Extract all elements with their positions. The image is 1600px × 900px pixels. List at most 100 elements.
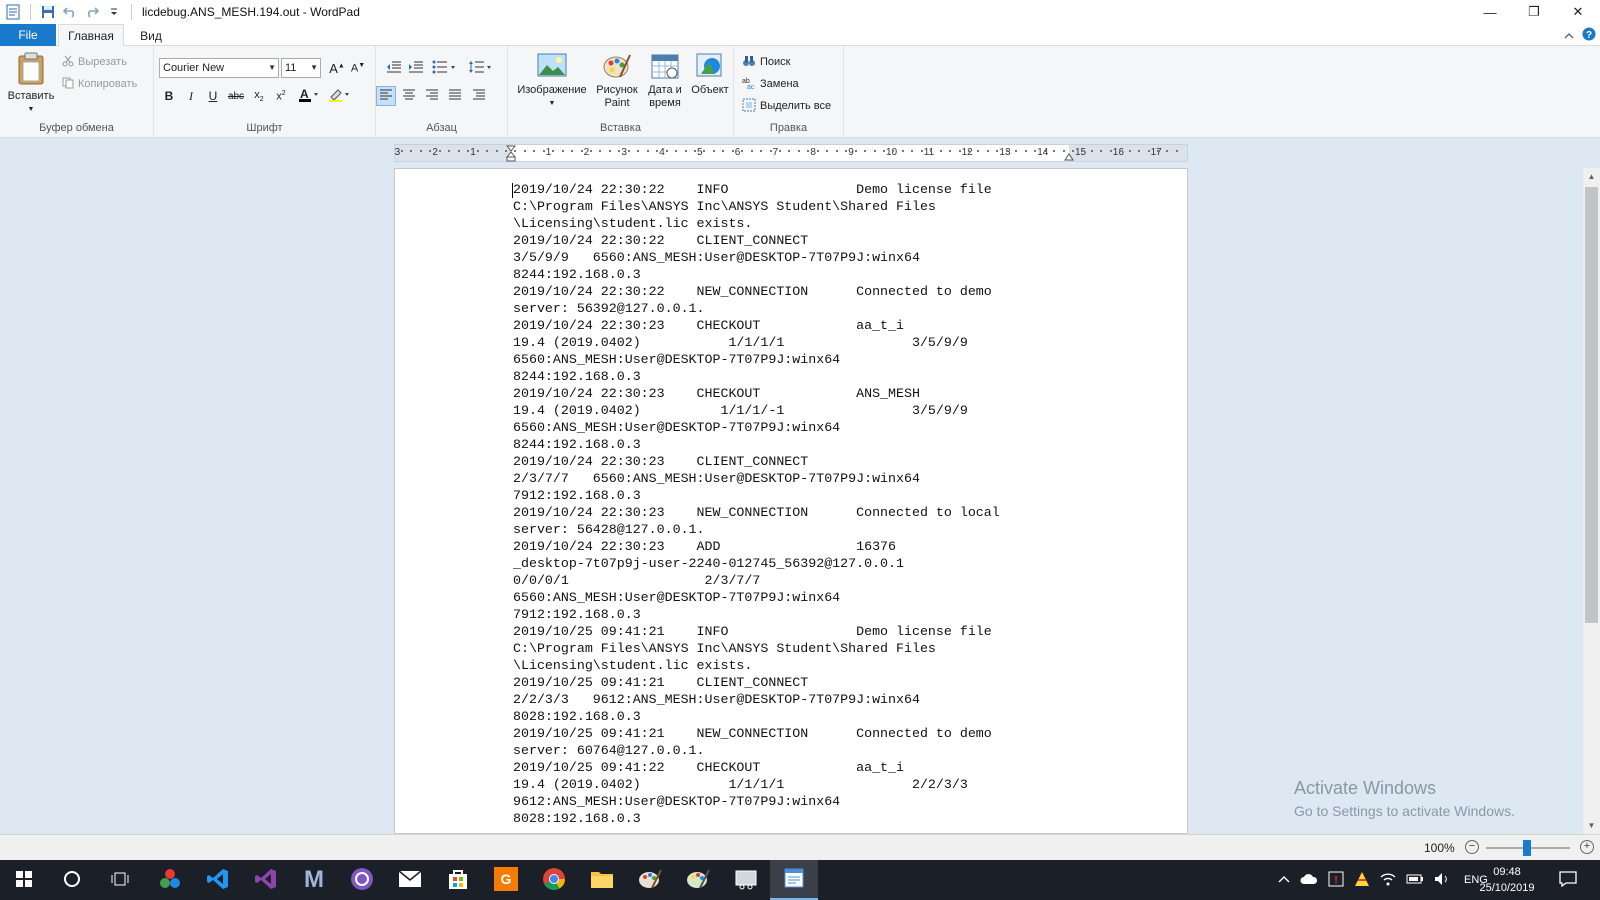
document-line[interactable]: 0/0/0/1 2/3/7/7 <box>513 572 1000 589</box>
insert-object-button[interactable]: Объект <box>688 52 732 97</box>
document-line[interactable]: 2019/10/24 22:30:22 NEW_CONNECTION Conne… <box>513 283 1000 300</box>
minimize-ribbon-icon[interactable] <box>1564 29 1574 43</box>
document-line[interactable]: 6560:ANS_MESH:User@DESKTOP-7T07P9J:winx6… <box>513 351 1000 368</box>
taskbar-app-m[interactable]: M <box>290 860 338 900</box>
paste-button[interactable]: Вставить ▼ <box>6 52 56 116</box>
document-line[interactable]: 2019/10/24 22:30:22 CLIENT_CONNECT <box>513 232 1000 249</box>
paint-drawing-button[interactable]: Рисунок Paint <box>594 52 640 110</box>
document-line[interactable]: 2019/10/24 22:30:23 CHECKOUT aa_t_i <box>513 317 1000 334</box>
document-line[interactable]: 19.4 (2019.0402) 1/1/1/1 3/5/9/9 <box>513 334 1000 351</box>
document-line[interactable]: 8244:192.168.0.3 <box>513 436 1000 453</box>
show-hidden-icons-icon[interactable] <box>1278 874 1290 886</box>
vertical-scrollbar[interactable]: ▲ ▼ <box>1583 168 1600 834</box>
document-line[interactable]: 2019/10/24 22:30:22 INFO Demo license fi… <box>513 181 1000 198</box>
paste-dropdown-icon[interactable]: ▼ <box>28 103 35 116</box>
decrease-indent-button[interactable] <box>384 58 404 78</box>
font-size-select[interactable]: 11 ▼ <box>281 58 321 78</box>
zoom-in-button[interactable]: + <box>1580 840 1594 854</box>
document-line[interactable]: 2019/10/25 09:41:21 NEW_CONNECTION Conne… <box>513 725 1000 742</box>
task-view-button[interactable] <box>96 860 144 900</box>
scroll-down-arrow-icon[interactable]: ▼ <box>1583 817 1600 834</box>
document-line[interactable]: _desktop-7t07p9j-user-2240-012745_56392@… <box>513 555 1000 572</box>
highlight-button[interactable] <box>326 86 354 106</box>
document-page[interactable]: 2019/10/24 22:30:22 INFO Demo license fi… <box>394 168 1188 834</box>
document-line[interactable]: 8028:192.168.0.3 <box>513 708 1000 725</box>
zoom-out-button[interactable]: − <box>1465 840 1479 854</box>
document-line[interactable]: 2019/10/24 22:30:23 CLIENT_CONNECT <box>513 453 1000 470</box>
minimize-button[interactable]: — <box>1468 0 1512 24</box>
right-indent-marker[interactable] <box>1064 151 1074 164</box>
tab-home[interactable]: Главная <box>58 24 124 47</box>
insert-picture-button[interactable]: Изображение ▼ <box>514 52 590 110</box>
document-line[interactable]: 3/5/9/9 6560:ANS_MESH:User@DESKTOP-7T07P… <box>513 249 1000 266</box>
document-line[interactable]: 2019/10/25 09:41:21 CLIENT_CONNECT <box>513 674 1000 691</box>
document-line[interactable]: 2019/10/25 09:41:21 INFO Demo license fi… <box>513 623 1000 640</box>
document-body[interactable]: 2019/10/24 22:30:22 INFO Demo license fi… <box>513 181 1000 827</box>
taskbar-app-paint[interactable] <box>626 860 674 900</box>
volume-icon[interactable] <box>1434 872 1450 889</box>
taskbar-app-purple[interactable] <box>338 860 386 900</box>
strikethrough-button[interactable]: abc <box>226 86 246 106</box>
first-line-indent-marker[interactable] <box>505 145 517 165</box>
select-all-button[interactable]: Выделить все <box>742 96 831 116</box>
save-icon[interactable] <box>37 1 59 23</box>
align-center-button[interactable] <box>399 86 419 106</box>
taskbar-app-chrome[interactable] <box>530 860 578 900</box>
security-shield-icon[interactable]: ! <box>1328 871 1344 890</box>
document-line[interactable]: server: 56428@127.0.0.1. <box>513 521 1000 538</box>
italic-button[interactable]: I <box>181 86 201 106</box>
datetime-button[interactable]: Дата и время <box>642 52 688 110</box>
document-line[interactable]: 2/2/3/3 9612:ANS_MESH:User@DESKTOP-7T07P… <box>513 691 1000 708</box>
document-line[interactable]: 2019/10/24 22:30:23 CHECKOUT ANS_MESH <box>513 385 1000 402</box>
document-line[interactable]: \Licensing\student.lic exists. <box>513 215 1000 232</box>
taskbar-app-snipping[interactable] <box>722 860 770 900</box>
taskbar-app-mail[interactable] <box>386 860 434 900</box>
scroll-thumb[interactable] <box>1585 187 1598 623</box>
taskbar-app-davinci[interactable] <box>146 860 194 900</box>
document-line[interactable]: 2/3/7/7 6560:ANS_MESH:User@DESKTOP-7T07P… <box>513 470 1000 487</box>
document-line[interactable]: 7912:192.168.0.3 <box>513 487 1000 504</box>
tab-view[interactable]: Вид <box>128 24 174 47</box>
document-line[interactable]: server: 60764@127.0.0.1. <box>513 742 1000 759</box>
subscript-button[interactable]: x2 <box>249 86 269 106</box>
wifi-icon[interactable] <box>1380 872 1396 889</box>
battery-icon[interactable] <box>1406 873 1424 888</box>
document-line[interactable]: 8244:192.168.0.3 <box>513 266 1000 283</box>
document-line[interactable]: 2019/10/24 22:30:23 NEW_CONNECTION Conne… <box>513 504 1000 521</box>
document-line[interactable]: 7912:192.168.0.3 <box>513 606 1000 623</box>
document-line[interactable]: \Licensing\student.lic exists. <box>513 657 1000 674</box>
document-line[interactable]: 8028:192.168.0.3 <box>513 810 1000 827</box>
app-tray-icon[interactable] <box>1354 871 1370 890</box>
start-button[interactable] <box>0 860 48 900</box>
increase-indent-button[interactable] <box>406 58 426 78</box>
document-line[interactable]: 2019/10/25 09:41:22 CHECKOUT aa_t_i <box>513 759 1000 776</box>
line-spacing-button[interactable] <box>466 58 496 78</box>
justify-button[interactable] <box>445 86 465 106</box>
action-center-button[interactable] <box>1548 860 1588 900</box>
font-family-select[interactable]: Courier New ▼ <box>159 58 279 78</box>
document-line[interactable]: C:\Program Files\ANSYS Inc\ANSYS Student… <box>513 198 1000 215</box>
text-color-button[interactable]: A <box>296 86 322 106</box>
align-right-button[interactable] <box>422 86 442 106</box>
help-icon[interactable]: ? <box>1582 27 1596 44</box>
zoom-slider-thumb[interactable] <box>1523 840 1531 856</box>
replace-button[interactable]: ab ac Замена <box>742 74 799 94</box>
document-line[interactable]: 19.4 (2019.0402) 1/1/1/-1 3/5/9/9 <box>513 402 1000 419</box>
shrink-font-button[interactable]: A▼ <box>348 58 368 78</box>
grow-font-button[interactable]: A▲ <box>327 58 347 78</box>
taskbar-app-explorer[interactable] <box>578 860 626 900</box>
taskbar-app-store[interactable] <box>434 860 482 900</box>
find-button[interactable]: Поиск <box>742 52 790 72</box>
taskbar-app-paint3d[interactable] <box>674 860 722 900</box>
ruler[interactable]: 3 2 1 1 2 3 4 5 6 7 8 9 10 11 12 13 14 15 16 17 <box>394 144 1188 162</box>
document-line[interactable]: 19.4 (2019.0402) 1/1/1/1 2/2/3/3 <box>513 776 1000 793</box>
taskbar-app-visual-studio[interactable] <box>242 860 290 900</box>
document-line[interactable]: 9612:ANS_MESH:User@DESKTOP-7T07P9J:winx6… <box>513 793 1000 810</box>
document-line[interactable]: 6560:ANS_MESH:User@DESKTOP-7T07P9J:winx6… <box>513 419 1000 436</box>
taskbar-app-orange[interactable]: G <box>482 860 530 900</box>
bold-button[interactable]: B <box>159 86 179 106</box>
document-line[interactable]: 2019/10/24 22:30:23 ADD 16376 <box>513 538 1000 555</box>
align-left-button[interactable] <box>376 86 396 106</box>
copy-button[interactable]: Копировать <box>62 74 137 94</box>
onedrive-cloud-icon[interactable] <box>1300 873 1318 888</box>
